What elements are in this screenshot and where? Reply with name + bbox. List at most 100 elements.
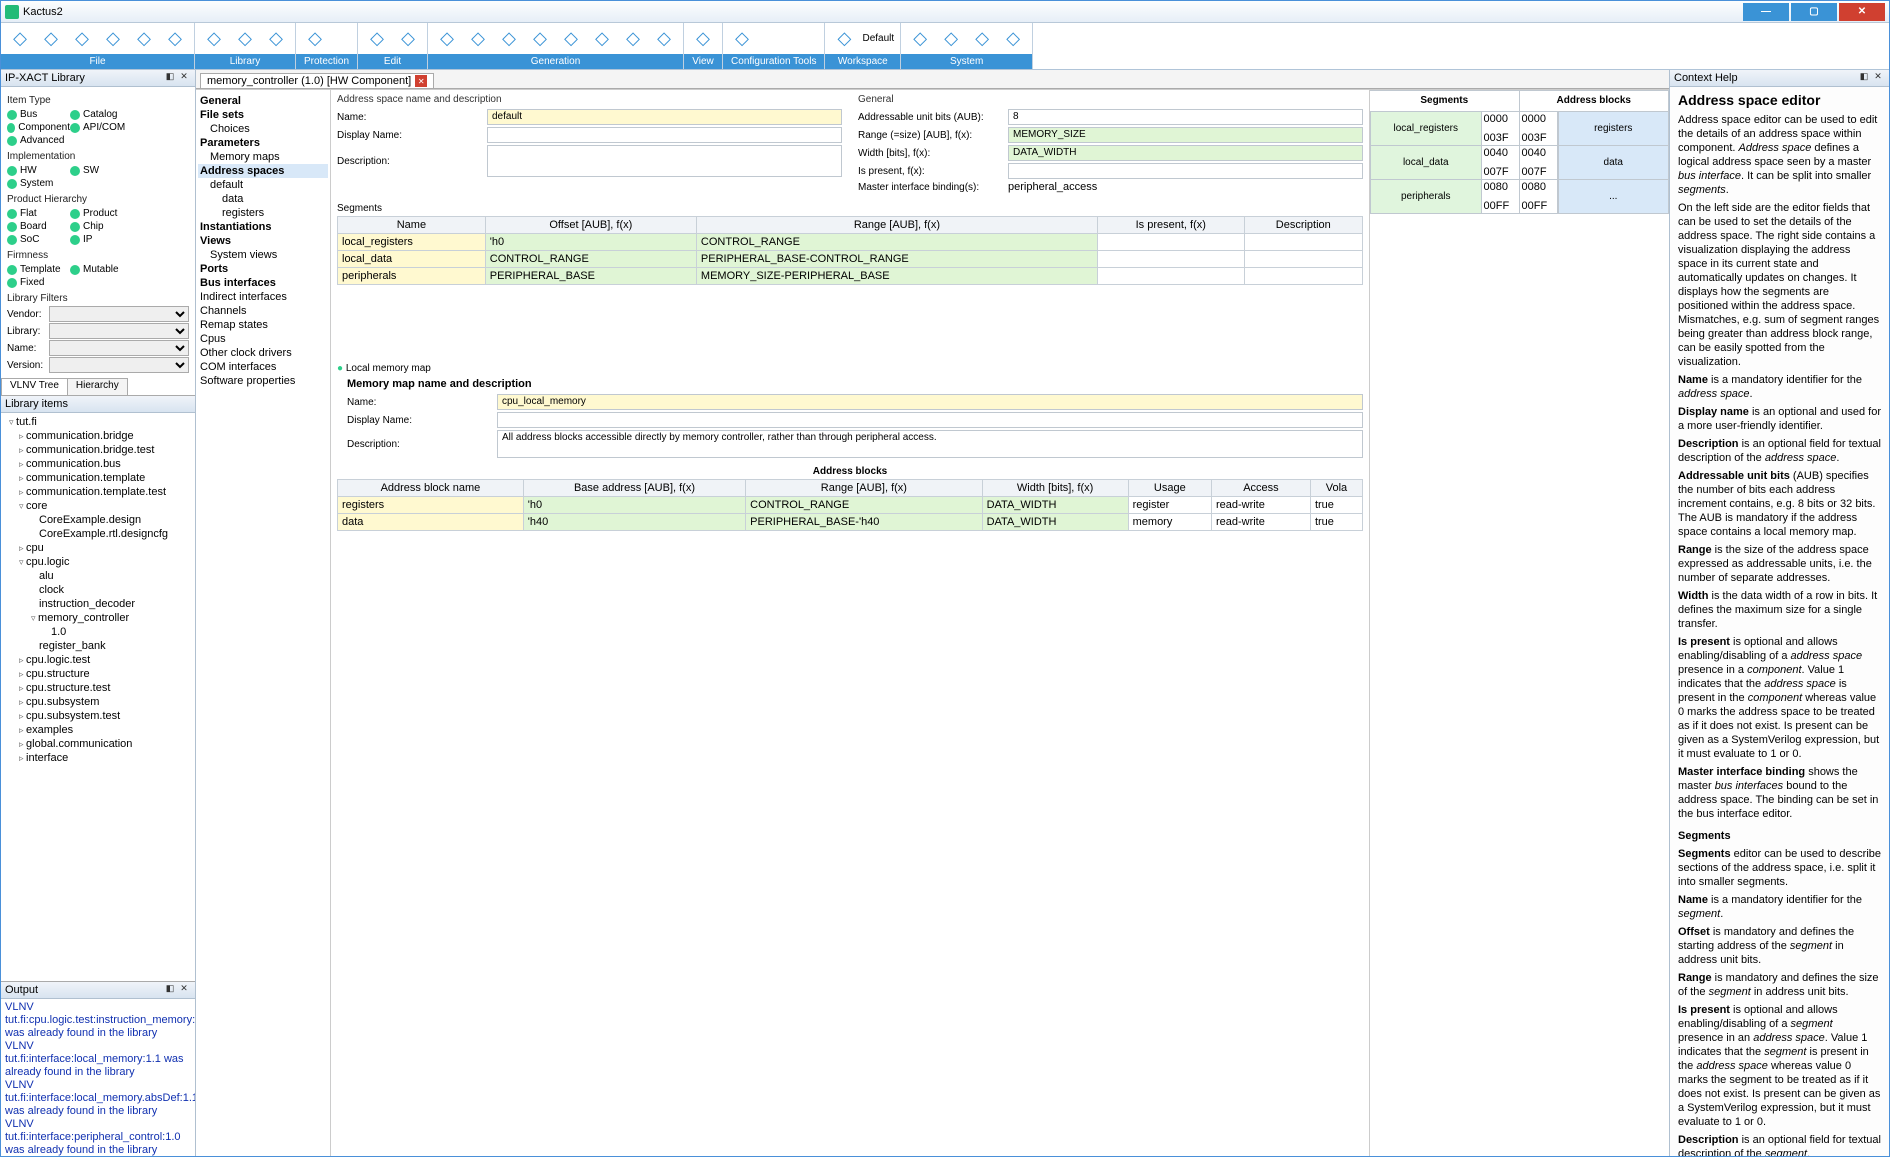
nav-item[interactable]: Bus interfaces: [198, 276, 328, 290]
filter-vendor-select[interactable]: [49, 306, 189, 322]
nav-item[interactable]: Software properties: [198, 374, 328, 388]
filter-template[interactable]: Template: [7, 264, 70, 275]
tab-hierarchy[interactable]: Hierarchy: [67, 378, 128, 395]
filter-soc[interactable]: SoC: [7, 234, 70, 245]
tab-vlnv-tree[interactable]: VLNV Tree: [1, 378, 68, 395]
filter-advanced[interactable]: Advanced: [7, 135, 70, 146]
nav-item[interactable]: Channels: [198, 304, 328, 318]
filter-name-select[interactable]: [49, 340, 189, 356]
name-field[interactable]: default: [487, 109, 842, 125]
nav-item[interactable]: Indirect interfaces: [198, 290, 328, 304]
filter-product[interactable]: Product: [70, 208, 133, 219]
component-nav[interactable]: GeneralFile setsChoicesParametersMemory …: [196, 90, 331, 1156]
aub-field[interactable]: 8: [1008, 109, 1363, 125]
nav-item[interactable]: Views: [198, 234, 328, 248]
tree-item[interactable]: global.communication: [3, 737, 193, 751]
g6-icon[interactable]: ◇: [651, 26, 677, 52]
filter-component[interactable]: Component: [7, 122, 70, 133]
tree-item[interactable]: communication.bridge: [3, 429, 193, 443]
s2-icon[interactable]: ◇: [938, 26, 964, 52]
tree-item[interactable]: communication.bridge.test: [3, 443, 193, 457]
saveall-icon[interactable]: ◇: [100, 26, 126, 52]
nav-item[interactable]: File sets: [198, 108, 328, 122]
filter-ip[interactable]: IP: [70, 234, 133, 245]
filter-chip[interactable]: Chip: [70, 221, 133, 232]
document-tab[interactable]: memory_controller (1.0) [HW Component] ✕: [200, 73, 434, 88]
close-tab-icon[interactable]: ✕: [415, 75, 427, 87]
tree-item[interactable]: CoreExample.rtl.designcfg: [3, 527, 193, 541]
filter-board[interactable]: Board: [7, 221, 70, 232]
tree-item[interactable]: cpu.logic.test: [3, 653, 193, 667]
tree-item[interactable]: 1.0: [3, 625, 193, 639]
lock-icon[interactable]: ◇: [302, 26, 328, 52]
nav-item[interactable]: data: [198, 192, 328, 206]
tree-item[interactable]: alu: [3, 569, 193, 583]
nav-item[interactable]: Parameters: [198, 136, 328, 150]
ws-icon[interactable]: ◇: [831, 26, 857, 52]
undo-icon[interactable]: ◇: [364, 26, 390, 52]
mm-description-field[interactable]: All address blocks accessible directly b…: [497, 430, 1363, 458]
tree-item[interactable]: cpu.subsystem: [3, 695, 193, 709]
tree-item[interactable]: CoreExample.design: [3, 513, 193, 527]
print-icon[interactable]: ◇: [131, 26, 157, 52]
save-icon[interactable]: ◇: [38, 26, 64, 52]
nav-item[interactable]: System views: [198, 248, 328, 262]
close-panel-icon[interactable]: ✕: [177, 983, 191, 997]
nav-item[interactable]: Choices: [198, 122, 328, 136]
undock-icon[interactable]: ◧: [163, 983, 177, 997]
tree-item[interactable]: instruction_decoder: [3, 597, 193, 611]
filter-bus[interactable]: Bus: [7, 109, 70, 120]
segments-table[interactable]: NameOffset [AUB], f(x)Range [AUB], f(x)I…: [337, 216, 1363, 285]
tree-item[interactable]: communication.template.test: [3, 485, 193, 499]
tree-item[interactable]: communication.template: [3, 471, 193, 485]
cfg-icon[interactable]: ◇: [729, 26, 755, 52]
tree-item[interactable]: tut.fi: [3, 415, 193, 429]
g5-icon[interactable]: ◇: [589, 26, 615, 52]
tree-item[interactable]: cpu.logic: [3, 555, 193, 569]
tree-item[interactable]: interface: [3, 751, 193, 765]
nav-item[interactable]: General: [198, 94, 328, 108]
context-help[interactable]: Address space editorAddress space editor…: [1670, 87, 1889, 1156]
tree-item[interactable]: clock: [3, 583, 193, 597]
tree-item[interactable]: cpu: [3, 541, 193, 555]
undock-icon[interactable]: ◧: [1857, 71, 1871, 85]
g2-icon[interactable]: ◇: [465, 26, 491, 52]
nav-item[interactable]: registers: [198, 206, 328, 220]
check-icon[interactable]: ◇: [263, 26, 289, 52]
nav-item[interactable]: Cpus: [198, 332, 328, 346]
width-field[interactable]: DATA_WIDTH: [1008, 145, 1363, 161]
mm-name-field[interactable]: cpu_local_memory: [497, 394, 1363, 410]
range-field[interactable]: MEMORY_SIZE: [1008, 127, 1363, 143]
print2-icon[interactable]: ◇: [162, 26, 188, 52]
filter-flat[interactable]: Flat: [7, 208, 70, 219]
nav-item[interactable]: Ports: [198, 262, 328, 276]
M-icon[interactable]: ◇: [558, 26, 584, 52]
filter-version-select[interactable]: [49, 357, 189, 373]
minimize-button[interactable]: —: [1743, 3, 1789, 21]
filter-hw[interactable]: HW: [7, 165, 70, 176]
library-tree[interactable]: tut.ficommunication.bridgecommunication.…: [1, 413, 195, 981]
redo-icon[interactable]: ◇: [395, 26, 421, 52]
nav-item[interactable]: Instantiations: [198, 220, 328, 234]
filter-catalog[interactable]: Catalog: [70, 109, 133, 120]
close-panel-icon[interactable]: ✕: [177, 71, 191, 85]
tree-item[interactable]: cpu.structure.test: [3, 681, 193, 695]
tree-item[interactable]: cpu.subsystem.test: [3, 709, 193, 723]
tree-item[interactable]: communication.bus: [3, 457, 193, 471]
close-button[interactable]: ✕: [1839, 3, 1885, 21]
saveas-icon[interactable]: ◇: [69, 26, 95, 52]
tree-item[interactable]: examples: [3, 723, 193, 737]
filter-sw[interactable]: SW: [70, 165, 133, 176]
filter-library-select[interactable]: [49, 323, 189, 339]
new-icon[interactable]: ◇: [7, 26, 33, 52]
ispresent-field[interactable]: [1008, 163, 1363, 179]
nav-item[interactable]: Address spaces: [198, 164, 328, 178]
description-field[interactable]: [487, 145, 842, 177]
tree-item[interactable]: memory_controller: [3, 611, 193, 625]
layout-icon[interactable]: ◇: [690, 26, 716, 52]
db-icon[interactable]: ◇: [201, 26, 227, 52]
nav-item[interactable]: default: [198, 178, 328, 192]
filter-mutable[interactable]: Mutable: [70, 264, 133, 275]
nav-item[interactable]: COM interfaces: [198, 360, 328, 374]
output-log[interactable]: VLNV tut.fi:cpu.logic.test:instruction_m…: [1, 999, 195, 1156]
